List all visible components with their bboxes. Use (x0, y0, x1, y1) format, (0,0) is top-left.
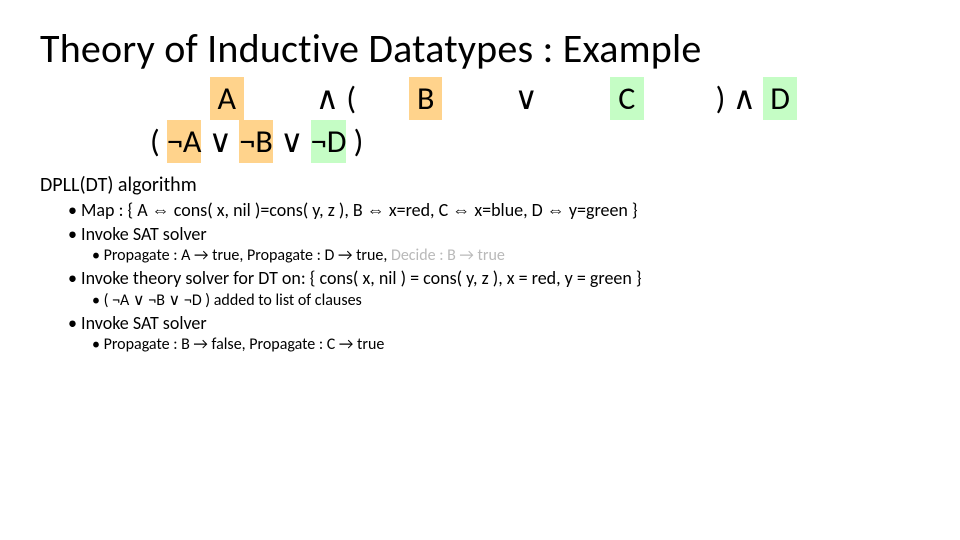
op-or: ∨ (280, 122, 303, 161)
bullet-propagate: Propagate : A → true, Propagate : D → tr… (92, 246, 920, 265)
var-B: B (409, 77, 443, 120)
bullet-invoke-sat: Invoke SAT solver Propagate : A → true, … (68, 223, 920, 265)
op-or: ∨ (515, 79, 538, 118)
var-not-B: ¬B (239, 120, 273, 163)
var-not-D: ¬D (311, 120, 347, 163)
op-or: ∨ (209, 122, 232, 161)
var-D: D (763, 77, 797, 120)
paren-close: ) (354, 122, 364, 161)
bullet-invoke-sat-2: Invoke SAT solver Propagate : B → false,… (68, 312, 920, 354)
formula-line-2: ( ¬A ∨ ¬B ∨ ¬D ) (150, 120, 920, 163)
section-heading: DPLL(DT) algorithm (40, 173, 920, 197)
var-not-A: ¬A (167, 120, 201, 163)
decide-grey: Decide : B → true (391, 246, 505, 265)
slide-title: Theory of Inductive Datatypes : Example (40, 24, 920, 73)
var-C: C (610, 77, 644, 120)
bullet-propagate-2: Propagate : B → false, Propagate : C → t… (92, 335, 920, 354)
formula-block: A ∧ ( B ∨ C ) ∧ D ( ¬A ∨ ¬B (40, 77, 920, 163)
bullet-invoke-theory: Invoke theory solver for DT on: { cons( … (68, 267, 920, 310)
op-and: ∧ (316, 79, 339, 118)
paren-close: ) (716, 79, 726, 118)
formula-line-1: A ∧ ( B ∨ C ) ∧ D (210, 77, 920, 120)
bullet-list: Map : { A ⇔ cons( x, nil )=cons( y, z ),… (40, 199, 920, 354)
var-A: A (210, 77, 244, 120)
op-and: ∧ (733, 79, 756, 118)
bullet-map: Map : { A ⇔ cons( x, nil )=cons( y, z ),… (68, 199, 920, 221)
bullet-added-clause: ( ¬A ∨ ¬B ∨ ¬D ) added to list of clause… (92, 290, 920, 310)
paren-open: ( (150, 122, 160, 161)
paren-open: ( (346, 79, 356, 118)
